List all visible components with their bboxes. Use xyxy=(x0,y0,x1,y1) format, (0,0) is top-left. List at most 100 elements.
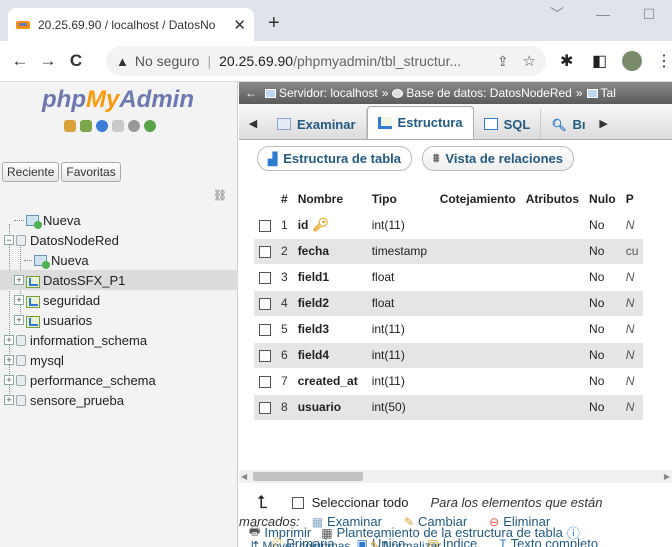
header-number[interactable]: # xyxy=(276,186,293,212)
tree-item-label: DatosNodeRed xyxy=(30,232,119,248)
select-all-row: ⮤ Seleccionar todo Para los elementos qu… xyxy=(257,492,602,513)
move-columns-button[interactable]: ⇵ Mover columnas xyxy=(249,539,350,547)
docs-icon[interactable] xyxy=(112,120,124,132)
bookmark-star-icon[interactable]: ☆ xyxy=(523,52,536,70)
scroll-left-arrow-icon[interactable]: ◀ xyxy=(241,470,247,483)
tab-browse[interactable]: Examinar xyxy=(267,109,367,139)
expand-icon[interactable]: + xyxy=(14,315,24,325)
menu-icon[interactable]: ⋮ xyxy=(656,51,672,71)
server-icon xyxy=(265,88,276,98)
tree-item-new-table[interactable]: Nueva xyxy=(0,250,238,270)
help-icon[interactable]: ⓘ xyxy=(567,523,580,542)
tree-item-sensore-prueba[interactable]: + sensore_prueba xyxy=(0,390,238,410)
propose-structure-button[interactable]: ▦ Planteamiento de la estructura de tabla xyxy=(321,525,563,540)
tabs-scroll-right-icon[interactable]: ▶ xyxy=(590,109,618,139)
header-name[interactable]: Nombre xyxy=(293,186,367,212)
tab-close-icon[interactable]: ✕ xyxy=(233,16,246,34)
new-db-icon xyxy=(26,214,42,229)
url-host: 20.25.69.90 xyxy=(219,53,294,69)
table-icon xyxy=(26,295,40,308)
home-icon[interactable] xyxy=(64,120,76,132)
maximize-button[interactable]: ☐ xyxy=(626,0,672,30)
expand-icon[interactable]: + xyxy=(4,395,14,405)
expand-icon[interactable]: + xyxy=(4,355,14,365)
link-chain-icon[interactable]: ⛓ xyxy=(213,189,227,202)
warning-icon[interactable]: ▲ xyxy=(116,54,129,69)
url-separator: | xyxy=(207,53,212,69)
tree-item-usuarios[interactable]: + usuarios xyxy=(0,310,238,330)
header-attributes[interactable]: Atributos xyxy=(521,186,584,212)
scrollbar-thumb[interactable] xyxy=(253,472,363,481)
reload-nav-icon[interactable] xyxy=(144,120,156,132)
tab-recent[interactable]: Reciente xyxy=(2,162,60,182)
header-default[interactable]: P xyxy=(621,186,644,212)
exit-icon[interactable] xyxy=(80,120,92,132)
collapse-nav-arrow-icon[interactable]: ← xyxy=(245,86,257,100)
tree-item-label: sensore_prueba xyxy=(30,392,124,408)
row-number: 1 xyxy=(276,211,293,238)
row-checkbox[interactable] xyxy=(259,323,271,336)
sidepanel-icon[interactable]: ◧ xyxy=(592,51,607,71)
select-all-checkbox[interactable] xyxy=(291,496,304,509)
tree-item-seguridad[interactable]: + seguridad xyxy=(0,290,238,310)
subtab-table-structure[interactable]: ▟ Estructura de tabla xyxy=(257,146,412,171)
reload-button[interactable]: C xyxy=(62,51,90,71)
browser-tab[interactable]: 20.25.69.90 / localhost / DatosNo ✕ xyxy=(8,8,254,41)
database-icon xyxy=(392,88,404,98)
collapse-icon[interactable]: − xyxy=(4,235,14,245)
breadcrumb-database[interactable]: Base de datos: DatosNodeRed xyxy=(406,86,571,100)
tab-favorites[interactable]: Favoritas xyxy=(61,162,121,182)
tree-item-datossfx-p1[interactable]: + DatosSFX_P1 xyxy=(0,270,238,290)
extensions-puzzle-icon[interactable]: ✱ xyxy=(560,51,573,71)
back-button[interactable]: ← xyxy=(6,51,34,71)
phpmyadmin-logo[interactable]: phpMyAdmin xyxy=(42,86,194,114)
breadcrumb-table[interactable]: Tal xyxy=(601,86,616,100)
tree-item-mysql[interactable]: + mysql xyxy=(0,350,238,370)
header-type[interactable]: Tipo xyxy=(367,186,435,212)
tree-item-datosnodered[interactable]: − DatosNodeRed xyxy=(0,230,238,250)
minimize-button[interactable]: — xyxy=(580,0,626,30)
row-checkbox[interactable] xyxy=(259,349,271,362)
normalize-button[interactable]: ✎ Normalizar xyxy=(370,539,441,547)
tree-item-label: Nueva xyxy=(43,212,81,228)
action-label: Imprimir xyxy=(264,525,312,540)
scroll-right-arrow-icon[interactable]: ▶ xyxy=(664,470,670,483)
row-checkbox[interactable] xyxy=(259,402,271,415)
table-row: 8 usuario int(50) No N xyxy=(254,393,644,420)
breadcrumb-server[interactable]: Servidor: localhost xyxy=(279,86,378,100)
expand-icon[interactable]: + xyxy=(14,295,24,305)
column-null: No xyxy=(584,289,621,316)
tree-item-new[interactable]: Nueva xyxy=(0,210,238,230)
help-icon[interactable] xyxy=(96,120,108,132)
tree-item-information-schema[interactable]: + information_schema xyxy=(0,330,238,350)
select-all-label[interactable]: Seleccionar todo xyxy=(312,495,409,510)
expand-icon[interactable]: + xyxy=(14,275,24,285)
security-label[interactable]: No seguro xyxy=(135,53,200,69)
row-checkbox[interactable] xyxy=(259,245,271,258)
expand-icon[interactable]: + xyxy=(4,375,14,385)
new-tab-button[interactable]: + xyxy=(268,12,280,35)
tab-structure[interactable]: Estructura xyxy=(366,106,474,139)
expand-icon[interactable]: + xyxy=(4,335,14,345)
forward-button[interactable]: → xyxy=(34,51,62,71)
row-checkbox[interactable] xyxy=(259,271,271,284)
profile-avatar[interactable] xyxy=(622,51,642,71)
action-label: Normalizar xyxy=(383,539,442,547)
column-collation xyxy=(434,393,521,420)
settings-gear-icon[interactable] xyxy=(128,120,140,132)
subtab-relation-view[interactable]: ⩩ Vista de relaciones xyxy=(422,146,574,171)
tabs-scroll-left-icon[interactable]: ◀ xyxy=(239,109,267,139)
tab-sql[interactable]: SQL xyxy=(474,109,542,139)
tab-search-icon[interactable]: ﹀ xyxy=(534,0,580,30)
row-checkbox[interactable] xyxy=(259,375,271,388)
row-checkbox[interactable] xyxy=(259,219,271,232)
tree-item-performance-schema[interactable]: + performance_schema xyxy=(0,370,238,390)
row-checkbox[interactable] xyxy=(259,297,271,310)
sql-icon xyxy=(483,118,498,130)
share-icon[interactable]: ⇪ xyxy=(497,53,509,70)
tab-search[interactable]: 🔍︎ Bı xyxy=(541,109,589,139)
header-collation[interactable]: Cotejamiento xyxy=(435,186,521,212)
header-null[interactable]: Nulo xyxy=(584,186,621,212)
horizontal-scrollbar[interactable]: ◀ ▶ xyxy=(239,470,672,483)
url-field[interactable]: ▲ No seguro | 20.25.69.90/phpmyadmin/tbl… xyxy=(106,46,546,76)
